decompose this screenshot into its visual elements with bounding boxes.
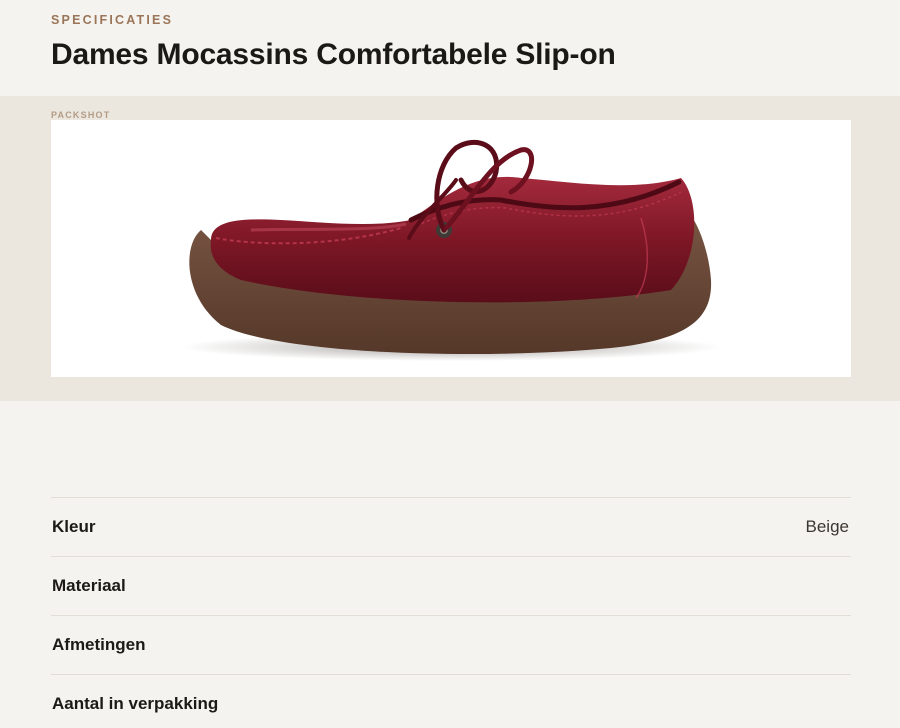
- spec-row-afmetingen: Afmetingen: [51, 615, 851, 674]
- spec-table: Kleur Beige Materiaal Afmetingen Aantal …: [51, 497, 851, 728]
- section-eyebrow: SPECIFICATIES: [51, 13, 174, 27]
- spec-label: Afmetingen: [52, 635, 146, 654]
- spec-value: Beige: [805, 517, 849, 536]
- spec-label: Materiaal: [52, 576, 126, 595]
- product-title: Dames Mocassins Comfortabele Slip-on: [51, 38, 616, 71]
- spec-label: Kleur: [52, 517, 96, 536]
- spec-row-kleur: Kleur Beige: [51, 497, 851, 556]
- shoe-upper: [210, 176, 695, 303]
- packshot-image: [51, 120, 851, 377]
- packshot-label: PACKSHOT: [51, 110, 111, 120]
- shoe-illustration: [181, 139, 721, 361]
- spec-row-aantal: Aantal in verpakking: [51, 674, 851, 728]
- spec-label: Aantal in verpakking: [52, 694, 219, 713]
- spec-row-materiaal: Materiaal: [51, 556, 851, 615]
- product-spec-page: SPECIFICATIES Dames Mocassins Comfortabe…: [0, 0, 900, 728]
